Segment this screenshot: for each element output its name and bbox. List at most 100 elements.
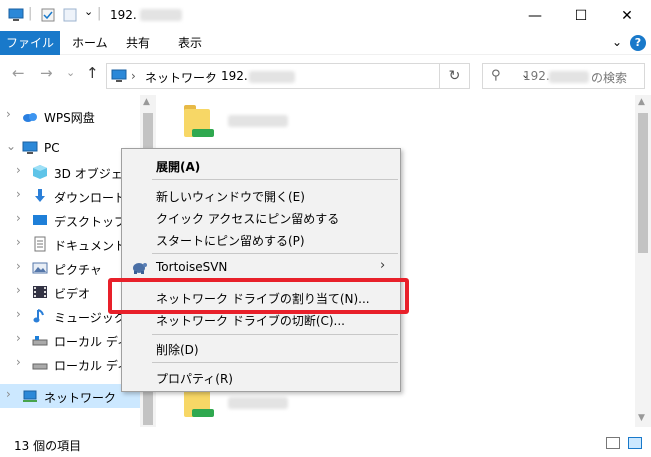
title-bar: | ⌄ | 192. — ☐ ✕	[0, 0, 651, 31]
qat-dropdown-icon[interactable]: ⌄	[84, 5, 93, 18]
recent-locations-button[interactable]: ⌄	[66, 66, 75, 79]
chevron-down-icon[interactable]: ⌄	[6, 139, 16, 153]
scroll-up-icon[interactable]: ▲	[638, 97, 645, 107]
redacted-folder-name	[228, 115, 288, 127]
tab-home[interactable]: ホーム	[62, 31, 118, 55]
separator: |	[28, 6, 33, 21]
menu-label: 削除(D)	[156, 343, 199, 357]
properties-icon[interactable]	[40, 7, 56, 23]
picture-icon	[32, 262, 48, 274]
menu-item-pin-quick-access[interactable]: クイック アクセスにピン留めする	[122, 206, 400, 228]
tree-item-network[interactable]: › ネットワーク	[0, 384, 140, 408]
menu-label: 新しいウィンドウで開く(E)	[156, 190, 305, 204]
menu-item-open-new-window[interactable]: 新しいウィンドウで開く(E)	[122, 184, 400, 206]
menu-item-expand[interactable]: 展開(A)	[122, 154, 400, 176]
menu-label: 展開(A)	[156, 160, 201, 174]
item-count: 13 個の項目	[14, 439, 82, 453]
tree-item-pc[interactable]: ⌄ PC	[0, 136, 140, 160]
desktop-icon	[33, 215, 47, 225]
menu-label: クイック アクセスにピン留めする	[156, 212, 340, 226]
tree-label: ネットワーク	[44, 391, 117, 405]
shared-folder-icon[interactable]	[182, 103, 216, 141]
tree-label: ドキュメント	[54, 239, 127, 253]
chevron-right-icon[interactable]: ›	[16, 355, 21, 369]
menu-separator	[152, 334, 398, 335]
search-placeholder-prefix: 192.	[523, 69, 550, 83]
chevron-right-icon[interactable]: ›	[6, 387, 11, 401]
scroll-up-icon[interactable]: ▲	[143, 97, 150, 107]
menu-label: プロパティ(R)	[156, 372, 233, 386]
status-bar: 13 個の項目	[0, 427, 651, 457]
new-folder-icon[interactable]	[62, 7, 78, 23]
navigation-bar: ← → ⌄ ↑ › ネットワーク › 192. ⌄ ↻ ⚲ 192. の検索	[0, 55, 651, 95]
download-icon	[35, 189, 45, 202]
search-icon: ⚲	[491, 68, 501, 83]
chevron-right-icon[interactable]: ›	[16, 283, 21, 297]
help-icon[interactable]: ?	[630, 35, 646, 51]
menu-label: ネットワーク ドライブの切断(C)...	[156, 314, 346, 328]
chevron-right-icon[interactable]: ›	[16, 331, 21, 345]
tree-item-documents[interactable]: › ドキュメント	[0, 232, 140, 256]
forward-button[interactable]: →	[40, 64, 53, 82]
chevron-right-icon[interactable]: ›	[16, 307, 21, 321]
chevron-right-icon[interactable]: ›	[16, 211, 21, 225]
tree-label: デスクトップ	[54, 215, 127, 229]
tree-item-pictures[interactable]: › ピクチャ	[0, 256, 140, 280]
menu-separator	[152, 179, 398, 180]
ribbon-collapse-icon[interactable]: ⌄	[612, 35, 622, 49]
separator: |	[97, 6, 102, 21]
document-icon	[34, 236, 46, 252]
submenu-arrow-icon: ›	[380, 258, 386, 273]
redacted-title	[140, 9, 182, 21]
window-title: 192.	[110, 8, 137, 22]
tree-item-downloads[interactable]: › ダウンロード	[0, 184, 140, 208]
content-pane-scrollbar[interactable]: ▲ ▼	[635, 95, 651, 427]
tree-label: ダウンロード	[54, 191, 127, 205]
menu-item-properties[interactable]: プロパティ(R)	[122, 366, 400, 388]
chevron-right-icon[interactable]: ›	[16, 259, 21, 273]
video-icon	[33, 286, 47, 298]
maximize-button[interactable]: ☐	[558, 0, 604, 31]
navigation-pane: › WPS网盘 ⌄ PC › 3D オブジェクト › ダウンロード › デスクト…	[0, 95, 140, 427]
menu-separator	[152, 253, 398, 254]
tree-item-3d-objects[interactable]: › 3D オブジェクト	[0, 160, 140, 184]
tortoise-icon	[133, 263, 147, 274]
chevron-right-icon[interactable]: ›	[16, 235, 21, 249]
back-button[interactable]: ←	[12, 64, 25, 82]
tab-view[interactable]: 表示	[168, 31, 212, 55]
pc-icon	[22, 141, 38, 154]
tree-label: ビデオ	[54, 287, 91, 301]
breadcrumb-host[interactable]: 192.	[221, 69, 248, 83]
tree-item-local-disk-2[interactable]: › ローカル ディスク	[0, 352, 140, 376]
up-button[interactable]: ↑	[86, 64, 99, 82]
context-menu: 展開(A) 新しいウィンドウで開く(E) クイック アクセスにピン留めする スタ…	[121, 148, 401, 392]
refresh-button[interactable]: ↻	[440, 63, 470, 89]
details-view-icon[interactable]	[606, 437, 620, 449]
large-icons-view-icon[interactable]	[628, 437, 642, 449]
search-box[interactable]: ⚲ 192. の検索	[482, 63, 645, 89]
breadcrumb-separator: ›	[207, 69, 212, 83]
redacted-folder-name	[228, 397, 288, 409]
close-button[interactable]: ✕	[604, 0, 650, 31]
tree-item-local-disk-1[interactable]: › ローカル ディスク	[0, 328, 140, 352]
tab-share[interactable]: 共有	[116, 31, 160, 55]
pc-icon	[111, 69, 127, 82]
tab-file[interactable]: ファイル	[0, 31, 60, 55]
menu-item-pin-start[interactable]: スタートにピン留めする(P)	[122, 228, 400, 250]
chevron-right-icon[interactable]: ›	[6, 107, 11, 121]
address-bar[interactable]: › ネットワーク › 192. ⌄	[106, 63, 530, 89]
chevron-right-icon[interactable]: ›	[16, 187, 21, 201]
tree-item-desktop[interactable]: › デスクトップ	[0, 208, 140, 232]
menu-label: スタートにピン留めする(P)	[156, 234, 305, 248]
chevron-right-icon[interactable]: ›	[16, 163, 21, 177]
search-placeholder-suffix: の検索	[591, 71, 628, 85]
menu-item-delete[interactable]: 削除(D)	[122, 337, 400, 359]
tree-item-wps[interactable]: › WPS网盘	[0, 104, 140, 128]
minimize-button[interactable]: —	[512, 0, 558, 31]
scroll-down-icon[interactable]: ▼	[638, 413, 645, 423]
menu-label: TortoiseSVN	[156, 260, 228, 274]
highlight-box	[108, 278, 409, 314]
scrollbar-thumb[interactable]	[638, 113, 648, 253]
menu-item-tortoisesvn[interactable]: TortoiseSVN ›	[122, 256, 400, 278]
pc-icon	[8, 8, 24, 21]
